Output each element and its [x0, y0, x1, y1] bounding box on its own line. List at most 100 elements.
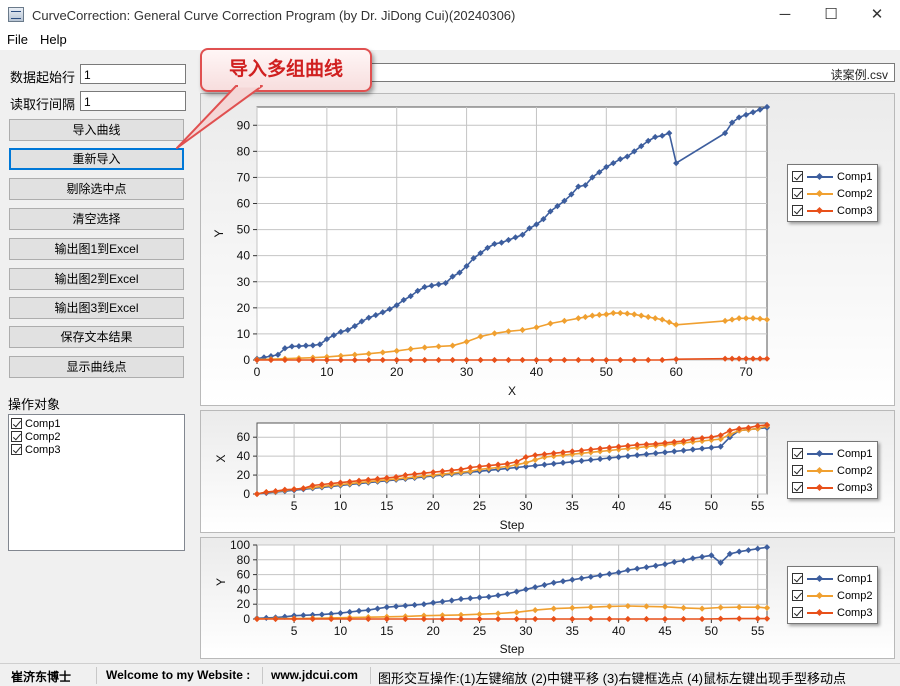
legend-chart2: Comp1 Comp2 Comp3 — [787, 441, 879, 499]
callout-text: 导入多组曲线 — [228, 59, 343, 80]
legend-swatch — [807, 483, 833, 493]
legend-label: Comp1 — [837, 170, 873, 183]
title-bar: CurveCorrection: General Curve Correctio… — [0, 0, 900, 30]
clear-selection-button[interactable]: 清空选择 — [9, 208, 184, 230]
x-axis-title: X — [508, 384, 516, 398]
legend-label: Comp3 — [837, 204, 873, 217]
x-tick-label: 20 — [427, 624, 441, 638]
legend-item[interactable]: Comp2 — [792, 185, 872, 202]
x-tick-label: 30 — [519, 624, 533, 638]
x-tick-label: 40 — [612, 499, 626, 513]
y-tick-label: 40 — [237, 249, 251, 263]
legend-swatch — [807, 206, 833, 216]
legend-checkbox[interactable] — [792, 188, 803, 199]
interval-input[interactable]: 1 — [80, 91, 186, 111]
targets-list[interactable]: Comp1 Comp2 Comp3 — [8, 414, 185, 551]
legend-checkbox[interactable] — [792, 448, 803, 459]
legend-label: Comp1 — [837, 572, 873, 585]
checkbox-comp3[interactable] — [11, 444, 22, 455]
menu-help[interactable]: Help — [40, 32, 67, 47]
plot-area — [256, 106, 768, 361]
y-tick-label: 20 — [237, 301, 251, 315]
x-tick-label: 5 — [291, 624, 298, 638]
x-tick-label: 40 — [530, 365, 544, 379]
close-button[interactable]: ✕ — [854, 0, 900, 30]
maximize-button[interactable]: ☐ — [808, 0, 854, 30]
y-tick-label: 40 — [237, 582, 251, 596]
legend-item[interactable]: Comp2 — [792, 587, 872, 604]
status-separator — [370, 667, 371, 684]
legend-swatch — [807, 189, 833, 199]
chart-panel-xy[interactable]: 0 10 20 30 40 50 60 70 0 10 20 30 40 50 60 70 80 90 X Y Com… — [200, 93, 895, 406]
x-tick-label: 20 — [427, 499, 441, 513]
remove-selected-points-button[interactable]: 剔除选中点 — [9, 178, 184, 200]
legend-checkbox[interactable] — [792, 573, 803, 584]
legend-item[interactable]: Comp3 — [792, 604, 872, 621]
list-item[interactable]: Comp2 — [11, 430, 182, 443]
x-tick-label: 55 — [751, 499, 765, 513]
legend-item[interactable]: Comp1 — [792, 570, 872, 587]
export-chart3-button[interactable]: 输出图3到Excel — [9, 297, 184, 319]
y-tick-label: 90 — [237, 118, 251, 132]
export-chart2-button[interactable]: 输出图2到Excel — [9, 268, 184, 290]
file-path-text: 读案例.csv — [830, 68, 888, 82]
legend-label: Comp2 — [837, 464, 873, 477]
y-tick-label: 0 — [243, 487, 250, 501]
status-separator — [96, 667, 97, 684]
legend-swatch — [807, 591, 833, 601]
chart-panel-step-x[interactable]: 5 10 15 20 25 30 35 40 45 50 55 0 20 40 60 Step X Comp1 C… — [200, 410, 895, 533]
x-tick-label: 5 — [291, 499, 298, 513]
menu-file[interactable]: File — [7, 32, 28, 47]
import-curve-button[interactable]: 导入曲线 — [9, 119, 184, 141]
y-tick-label: 70 — [237, 170, 251, 184]
list-item[interactable]: Comp3 — [11, 443, 182, 456]
y-tick-label: 80 — [237, 144, 251, 158]
legend-checkbox[interactable] — [792, 171, 803, 182]
x-tick-label: 30 — [460, 365, 474, 379]
y-tick-label: 60 — [237, 430, 251, 444]
x-tick-label: 45 — [658, 499, 672, 513]
save-text-result-button[interactable]: 保存文本结果 — [9, 326, 184, 348]
x-tick-label: 0 — [254, 365, 261, 379]
y-tick-label: 60 — [237, 197, 251, 211]
status-website-link[interactable]: www.jdcui.com — [271, 668, 358, 682]
x-tick-label: 25 — [473, 624, 487, 638]
start-row-label: 数据起始行 — [10, 70, 76, 85]
checkbox-comp1[interactable] — [11, 418, 22, 429]
show-curve-points-button[interactable]: 显示曲线点 — [9, 356, 184, 378]
legend-item[interactable]: Comp1 — [792, 168, 872, 185]
chart-xy[interactable]: 0 10 20 30 40 50 60 70 0 10 20 30 40 50 60 70 80 90 X Y — [201, 94, 896, 407]
legend-checkbox[interactable] — [792, 607, 803, 618]
legend-item[interactable]: Comp3 — [792, 479, 872, 496]
x-tick-label: 50 — [600, 365, 614, 379]
legend-checkbox[interactable] — [792, 590, 803, 601]
export-chart1-button[interactable]: 输出图1到Excel — [9, 238, 184, 260]
list-item[interactable]: Comp1 — [11, 417, 182, 430]
checkbox-comp2[interactable] — [11, 431, 22, 442]
x-tick-label: 55 — [751, 624, 765, 638]
legend-checkbox[interactable] — [792, 465, 803, 476]
x-tick-label: 70 — [739, 365, 753, 379]
legend-swatch — [807, 172, 833, 182]
x-tick-label: 20 — [390, 365, 404, 379]
app-icon — [8, 7, 24, 22]
legend-checkbox[interactable] — [792, 205, 803, 216]
y-tick-label: 50 — [237, 223, 251, 237]
status-bar: 崔济东博士 Welcome to my Website : www.jdcui.… — [0, 663, 900, 686]
y-tick-label: 100 — [230, 538, 250, 552]
legend-item[interactable]: Comp3 — [792, 202, 872, 219]
status-author: 崔济东博士 — [11, 670, 72, 684]
x-tick-label: 15 — [380, 499, 394, 513]
legend-label: Comp2 — [837, 589, 873, 602]
x-axis-title: Step — [500, 642, 525, 656]
minimize-button[interactable]: ─ — [762, 0, 808, 30]
reimport-button[interactable]: 重新导入 — [9, 148, 184, 170]
start-row-input[interactable]: 1 — [80, 64, 186, 84]
window-title: CurveCorrection: General Curve Correctio… — [32, 8, 516, 23]
interval-label: 读取行间隔 — [10, 97, 76, 112]
legend-item[interactable]: Comp1 — [792, 445, 872, 462]
legend-checkbox[interactable] — [792, 482, 803, 493]
menu-bar: File Help — [0, 30, 900, 50]
legend-item[interactable]: Comp2 — [792, 462, 872, 479]
chart-panel-step-y[interactable]: 5 10 15 20 25 30 35 40 45 50 55 0 20 40 60 80 100 Step Y C… — [200, 537, 895, 659]
